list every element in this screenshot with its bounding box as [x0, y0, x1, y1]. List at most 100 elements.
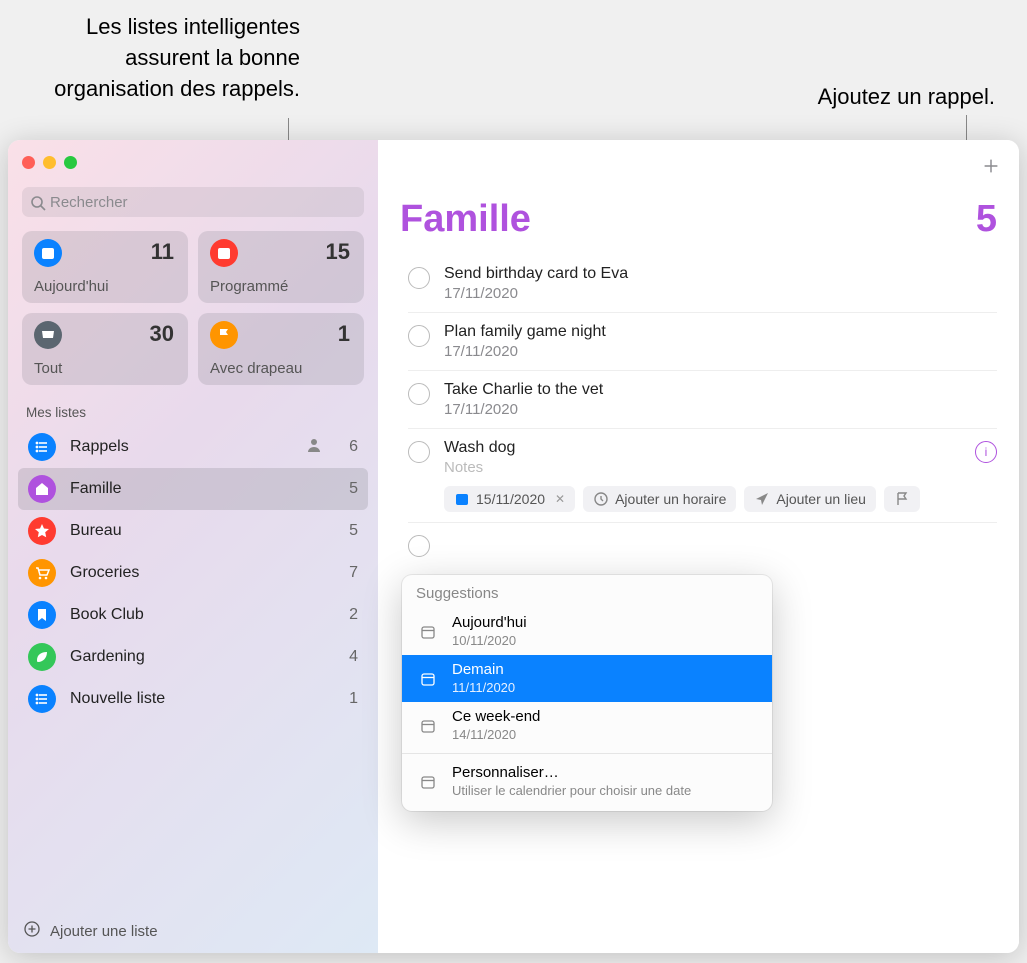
my-lists: Rappels6Famille5Bureau5Groceries7Book Cl… — [8, 424, 378, 722]
date-chip[interactable]: 15/11/2020✕ — [444, 486, 575, 512]
sidebar: Rechercher 11Aujourd'hui15Programmé30Tou… — [8, 140, 378, 953]
list-count: 1 — [338, 690, 358, 708]
smart-list-programmé[interactable]: 15Programmé — [198, 231, 364, 303]
list-count: 5 — [338, 522, 358, 540]
sidebar-list-famille[interactable]: Famille5 — [18, 468, 368, 510]
shared-icon — [306, 437, 322, 458]
suggestion-custom[interactable]: Personnaliser… Utiliser le calendrier po… — [402, 758, 772, 805]
star-icon — [28, 517, 56, 545]
complete-checkbox[interactable] — [408, 535, 430, 557]
suggestion-sub: 10/11/2020 — [452, 633, 758, 649]
calendar-icon — [416, 774, 440, 790]
inbox-icon — [34, 321, 62, 349]
complete-checkbox[interactable] — [408, 383, 430, 405]
sidebar-list-gardening[interactable]: Gardening4 — [18, 636, 368, 678]
list-title: Famille — [400, 198, 976, 241]
reminder-title: Plan family game night — [444, 323, 997, 341]
search-icon — [30, 195, 44, 209]
minimize-window-button[interactable] — [43, 156, 56, 169]
list-count: 2 — [338, 606, 358, 624]
add-location-chip[interactable]: Ajouter un lieu — [744, 486, 876, 512]
list-icon — [28, 433, 56, 461]
annotation-add-reminder: Ajoutez un rappel. — [818, 82, 995, 113]
leaf-icon — [28, 643, 56, 671]
search-input[interactable]: Rechercher — [22, 187, 364, 217]
smart-list-aujourd'hui[interactable]: 11 Aujourd'hui — [22, 231, 188, 303]
calendar-icon — [210, 239, 238, 267]
reminder-date: 17/11/2020 — [444, 343, 997, 360]
list-name: Rappels — [70, 438, 306, 456]
annotation-smart-lists: Les listes intelligentes assurent la bon… — [20, 12, 300, 104]
suggestion-item[interactable]: Ce week-end14/11/2020 — [402, 702, 772, 749]
reminder-title: Send birthday card to Eva — [444, 265, 997, 283]
list-name: Gardening — [70, 648, 338, 666]
suggestion-item[interactable]: Aujourd'hui10/11/2020 — [402, 608, 772, 655]
list-count: 4 — [338, 648, 358, 666]
window-controls — [8, 150, 378, 179]
close-window-button[interactable] — [22, 156, 35, 169]
smart-list-count: 15 — [326, 239, 350, 265]
calendar-icon — [34, 239, 62, 267]
sidebar-list-book-club[interactable]: Book Club2 — [18, 594, 368, 636]
smart-list-count: 11 — [151, 239, 174, 265]
sidebar-list-rappels[interactable]: Rappels 6 — [18, 426, 368, 468]
search-placeholder: Rechercher — [50, 194, 128, 211]
smart-list-count: 1 — [338, 321, 350, 347]
clear-date-icon[interactable]: ✕ — [555, 492, 565, 506]
smart-list-label: Aujourd'hui — [34, 278, 109, 295]
list-name: Book Club — [70, 606, 338, 624]
reminder-row[interactable]: Plan family game night 17/11/2020 — [408, 313, 997, 371]
date-suggestions-popover: Suggestions Aujourd'hui10/11/2020Demain1… — [402, 575, 772, 811]
reminder-row[interactable]: Take Charlie to the vet 17/11/2020 — [408, 371, 997, 429]
smart-lists-grid: 11 Aujourd'hui 15Programmé 30 Tout 1Avec drap… — [8, 231, 378, 395]
home-icon — [28, 475, 56, 503]
reminder-row[interactable]: Wash dog Notes 15/11/2020✕ Ajouter un horai… — [408, 429, 997, 523]
smart-list-label: Tout — [34, 360, 62, 377]
suggestion-sub: Utiliser le calendrier pour choisir une … — [452, 783, 758, 799]
add-list-label: Ajouter une liste — [50, 923, 158, 940]
calendar-icon — [416, 624, 440, 640]
calendar-icon — [416, 671, 440, 687]
complete-checkbox[interactable] — [408, 441, 430, 463]
sidebar-list-groceries[interactable]: Groceries7 — [18, 552, 368, 594]
list-name: Groceries — [70, 564, 338, 582]
new-reminder-row[interactable] — [408, 523, 997, 567]
list-icon — [28, 685, 56, 713]
reminder-row[interactable]: Send birthday card to Eva17/11/2020 — [408, 255, 997, 313]
complete-checkbox[interactable] — [408, 267, 430, 289]
list-count: 6 — [338, 438, 358, 456]
info-button[interactable]: i — [975, 441, 997, 463]
fullscreen-window-button[interactable] — [64, 156, 77, 169]
reminder-title: Wash dog — [444, 439, 975, 457]
section-header-my-lists: Mes listes — [8, 395, 378, 424]
sidebar-list-nouvelle-liste[interactable]: Nouvelle liste1 — [18, 678, 368, 720]
suggestion-sub: 14/11/2020 — [452, 727, 758, 743]
app-window: Rechercher 11Aujourd'hui15Programmé30Tou… — [8, 140, 1019, 953]
suggestions-header: Suggestions — [402, 581, 772, 608]
suggestion-title: Ce week-end — [452, 708, 758, 727]
list-name: Nouvelle liste — [70, 690, 338, 708]
reminder-title: Take Charlie to the vet — [444, 381, 997, 399]
smart-list-avec-drapeau[interactable]: 1Avec drapeau — [198, 313, 364, 385]
smart-list-count: 30 — [150, 321, 174, 347]
sidebar-list-bureau[interactable]: Bureau5 — [18, 510, 368, 552]
complete-checkbox[interactable] — [408, 325, 430, 347]
bookmark-icon — [28, 601, 56, 629]
list-header: Famille 5 — [400, 198, 997, 241]
add-reminder-button[interactable] — [983, 154, 999, 180]
calendar-icon — [416, 718, 440, 734]
flag-icon — [210, 321, 238, 349]
smart-list-tout[interactable]: 30 Tout — [22, 313, 188, 385]
reminder-chips: 15/11/2020✕ Ajouter un horaire Ajouter un … — [444, 486, 975, 512]
divider — [402, 753, 772, 754]
list-name: Bureau — [70, 522, 338, 540]
list-count: 5 — [338, 480, 358, 498]
add-time-chip[interactable]: Ajouter un horaire — [583, 486, 736, 512]
flag-chip[interactable] — [884, 486, 920, 512]
add-list-button[interactable]: Ajouter une liste — [8, 909, 378, 953]
list-count: 7 — [338, 564, 358, 582]
suggestion-item[interactable]: Demain11/11/2020 — [402, 655, 772, 702]
suggestion-title: Aujourd'hui — [452, 614, 758, 633]
reminder-date: 17/11/2020 — [444, 401, 997, 418]
reminder-notes-field[interactable]: Notes — [444, 459, 975, 476]
